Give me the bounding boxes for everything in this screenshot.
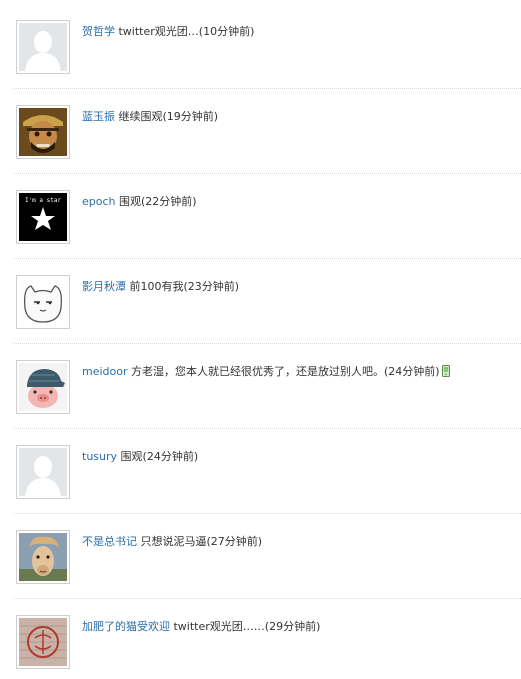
comment-line: epoch 围观(22分钟前) — [82, 195, 197, 209]
comment-time: (29分钟前) — [264, 620, 321, 633]
comment-username[interactable]: 加肥了的猫受欢迎 — [82, 620, 170, 633]
comment-username[interactable]: epoch — [82, 195, 116, 208]
comment-line: 蓝玉振 继续围观(19分钟前) — [82, 110, 218, 124]
comment-time: (27分钟前) — [206, 535, 263, 548]
comment-line: 影月秋潭 前100有我(23分钟前) — [82, 280, 239, 294]
comment-username[interactable]: 蓝玉振 — [82, 110, 115, 123]
comment-text: 方老湿，您本人就已经很优秀了，还是放过别人吧。 — [127, 365, 385, 378]
comment-item: 影月秋潭 前100有我(23分钟前) — [0, 259, 521, 344]
comment-item: tusury 围观(24分钟前) — [0, 429, 521, 514]
cat-sketch-avatar-icon[interactable] — [16, 275, 70, 329]
comment-time: (24分钟前) — [142, 450, 199, 463]
comment-text: 围观 — [117, 450, 143, 463]
comment-text: 围观 — [115, 195, 141, 208]
star-avatar-icon[interactable]: I'm a star — [16, 190, 70, 244]
comment-text: twitter观光团…… — [170, 620, 265, 633]
comment-line: meidoor 方老湿，您本人就已经很优秀了，还是放过别人吧。(24分钟前) — [82, 365, 450, 381]
comment-item: 加肥了的猫受欢迎 twitter观光团……(29分钟前) — [0, 599, 521, 679]
comment-username[interactable]: tusury — [82, 450, 117, 463]
comment-username[interactable]: meidoor — [82, 365, 128, 378]
comment-item: meidoor 方老湿，您本人就已经很优秀了，还是放过别人吧。(24分钟前) — [0, 344, 521, 429]
comment-text: twitter观光团… — [115, 25, 199, 38]
comment-item: I'm a star epoch 围观(22分钟前) — [0, 174, 521, 259]
comment-username[interactable]: 影月秋潭 — [82, 280, 126, 293]
stamp-avatar-icon[interactable] — [16, 615, 70, 669]
comment-time: (19分钟前) — [162, 110, 219, 123]
comment-line: 不是总书记 只想说泥马逼(27分钟前) — [82, 535, 262, 549]
comment-time: (23分钟前) — [183, 280, 240, 293]
comment-time: (22分钟前) — [141, 195, 197, 208]
pirate-avatar-icon[interactable] — [16, 105, 70, 159]
comment-list: 贺哲学 twitter观光团…(10分钟前) 蓝玉振 继续围观(19分钟前) I… — [0, 0, 521, 679]
alpaca-avatar-icon[interactable] — [16, 530, 70, 584]
default-avatar-icon[interactable] — [16, 445, 70, 499]
comment-text: 只想说泥马逼 — [137, 535, 207, 548]
avatar-caption: I'm a star — [25, 197, 62, 204]
comment-time: (24分钟前) — [384, 365, 440, 378]
comment-username[interactable]: 不是总书记 — [82, 535, 137, 548]
comment-item: 不是总书记 只想说泥马逼(27分钟前) — [0, 514, 521, 599]
comment-username[interactable]: 贺哲学 — [82, 25, 115, 38]
comment-time: (10分钟前) — [198, 25, 255, 38]
comment-line: 贺哲学 twitter观光团…(10分钟前) — [82, 25, 254, 39]
comment-text: 前100有我 — [126, 280, 184, 293]
comment-item: 贺哲学 twitter观光团…(10分钟前) — [0, 4, 521, 89]
comment-line: tusury 围观(24分钟前) — [82, 450, 198, 464]
comment-line: 加肥了的猫受欢迎 twitter观光团……(29分钟前) — [82, 620, 320, 634]
mobile-phone-icon — [441, 365, 450, 381]
pig-cap-avatar-icon[interactable] — [16, 360, 70, 414]
comment-item: 蓝玉振 继续围观(19分钟前) — [0, 89, 521, 174]
comment-text: 继续围观 — [115, 110, 163, 123]
default-avatar-icon[interactable] — [16, 20, 70, 74]
